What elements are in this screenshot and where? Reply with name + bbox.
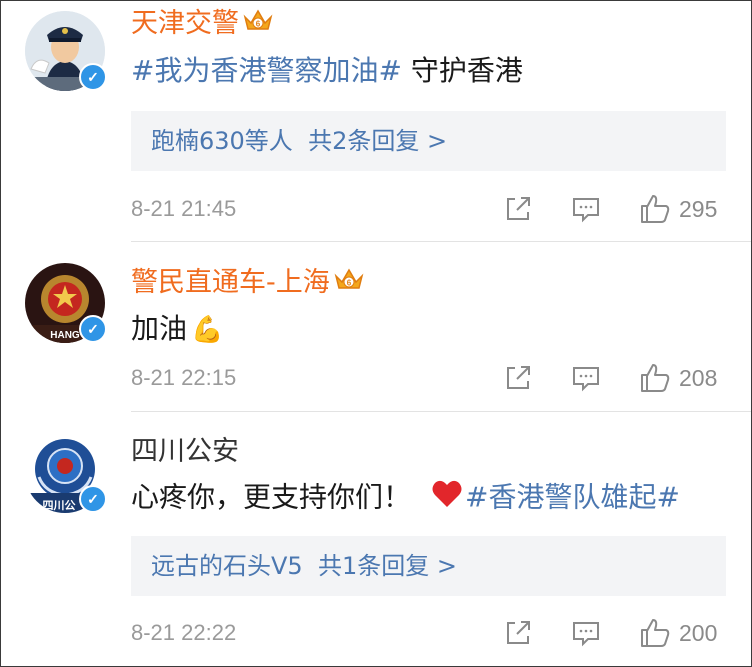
comment-text: 加油 💪 (131, 311, 223, 348)
comment-text: #我为香港警察加油# 守护香港 (131, 53, 523, 89)
like-count: 200 (679, 619, 718, 646)
author-name-text: 四川公安 (131, 436, 239, 467)
author-name[interactable]: 天津交警 6 (131, 7, 273, 42)
timestamp: 8-21 22:22 (131, 620, 237, 645)
comment-icon (573, 622, 599, 647)
svg-text:6: 6 (347, 279, 352, 288)
verified-badge-icon: ✓ (79, 485, 107, 513)
crown-badge-icon: 6 (243, 7, 273, 42)
comment-text-body: 心疼你，更支持你们！ (131, 480, 412, 514)
verified-badge-icon: ✓ (79, 63, 107, 91)
comment-icon (573, 367, 599, 392)
avatar[interactable]: ✓ (25, 11, 107, 91)
author-name[interactable]: 警民直通车-上海 6 (131, 266, 364, 301)
share-icon (507, 621, 530, 644)
reply-preview[interactable]: 跑楠630等人 共2条回复 > (131, 111, 726, 171)
divider (131, 241, 751, 242)
avatar[interactable]: 四川公 ✓ (25, 433, 107, 513)
divider (131, 411, 751, 412)
comment-text-body: 加油 (131, 312, 188, 345)
like-count: 295 (679, 195, 718, 222)
share-button[interactable] (503, 615, 533, 651)
reply-count-link[interactable]: 共2条回复 > (308, 127, 447, 155)
like-button[interactable]: 200 (639, 615, 717, 651)
author-name-text: 天津交警 (131, 8, 239, 39)
avatar-label: 四川公 (43, 499, 76, 512)
svg-text:6: 6 (256, 20, 261, 29)
share-icon (507, 366, 530, 389)
flexed-biceps-emoji-icon: 💪 (191, 315, 224, 345)
share-button[interactable] (503, 191, 533, 227)
share-button[interactable] (503, 360, 533, 396)
crown-badge-icon: 6 (334, 266, 364, 301)
author-name-text: 警民直通车-上海 (131, 267, 330, 298)
like-icon (641, 195, 670, 223)
reply-users: 跑楠630等人 (151, 127, 293, 155)
comment-meta: 8-21 22:15 208 (1, 360, 751, 396)
comment-icon (573, 198, 599, 223)
comment-text: 心疼你，更支持你们！ #香港警队雄起# (131, 479, 680, 518)
red-heart-emoji-icon (431, 479, 463, 518)
timestamp: 8-21 21:45 (131, 196, 237, 221)
author-name[interactable]: 四川公安 (131, 435, 239, 469)
timestamp: 8-21 22:15 (131, 365, 237, 390)
comment-meta: 8-21 22:22 200 (1, 615, 751, 651)
reply-button[interactable] (571, 615, 601, 651)
reply-count-link[interactable]: 共1条回复 > (318, 552, 457, 580)
like-button[interactable]: 295 (639, 191, 717, 227)
verified-badge-icon: ✓ (79, 315, 107, 343)
comment-list: ✓ 天津交警 6 #我为香港警察加油# 守护香港 跑楠630等人 共2条回复 > … (0, 0, 752, 667)
avatar-label: HANG (50, 330, 80, 341)
topic-link[interactable]: #香港警队雄起# (465, 481, 680, 514)
like-icon (641, 619, 670, 647)
avatar[interactable]: HANG ✓ (25, 263, 107, 343)
reply-button[interactable] (571, 191, 601, 227)
comment-text-body: 守护香港 (401, 54, 523, 87)
comment-meta: 8-21 21:45 295 (1, 191, 751, 227)
reply-preview[interactable]: 远古的石头V5 共1条回复 > (131, 536, 726, 596)
topic-link[interactable]: #我为香港警察加油# (131, 54, 402, 87)
share-icon (507, 197, 530, 220)
reply-button[interactable] (571, 360, 601, 396)
like-icon (641, 364, 670, 392)
like-button[interactable]: 208 (639, 360, 717, 396)
like-count: 208 (679, 364, 718, 391)
reply-users: 远古的石头V5 (151, 552, 303, 580)
